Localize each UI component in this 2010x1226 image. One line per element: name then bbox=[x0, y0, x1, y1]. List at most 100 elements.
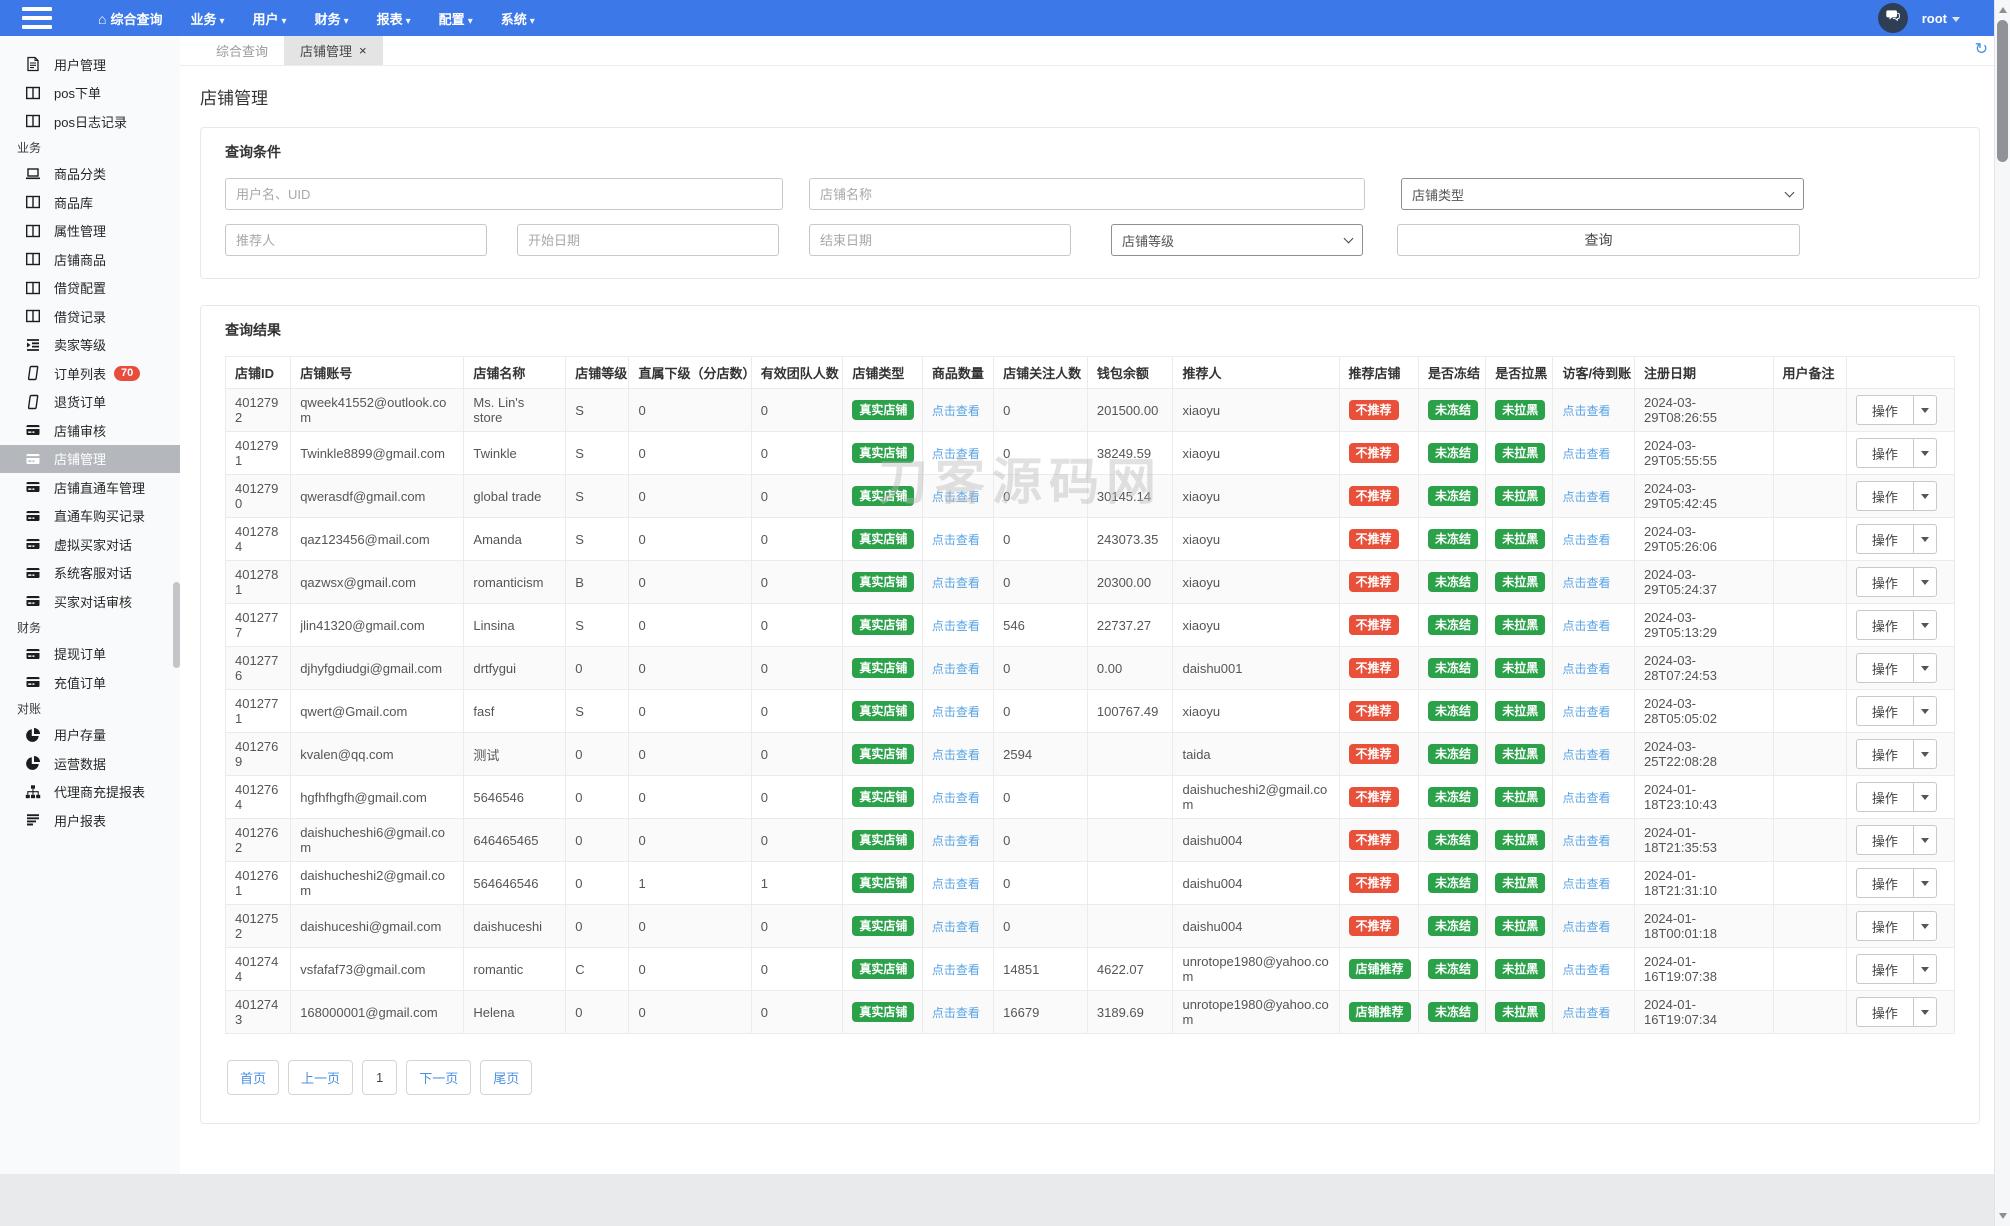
action-dropdown-button[interactable] bbox=[1912, 481, 1937, 511]
action-button[interactable]: 操作 bbox=[1855, 696, 1913, 726]
view-link[interactable]: 点击查看 bbox=[1562, 791, 1610, 805]
shop-type-select[interactable]: 店铺类型 bbox=[1401, 178, 1804, 210]
sidebar-item-用户报表[interactable]: 用户报表 bbox=[0, 806, 180, 835]
nav-item-2[interactable]: 业务 ▾ bbox=[190, 9, 224, 28]
action-dropdown-button[interactable] bbox=[1912, 653, 1937, 683]
action-dropdown-button[interactable] bbox=[1912, 997, 1937, 1027]
sidebar-item-店铺商品[interactable]: 店铺商品 bbox=[0, 245, 180, 274]
action-dropdown-button[interactable] bbox=[1912, 524, 1937, 554]
sidebar-item-用户管理[interactable]: 用户管理 bbox=[0, 50, 180, 79]
pagination-button-1[interactable]: 1 bbox=[362, 1060, 398, 1095]
sidebar-item-借贷配置[interactable]: 借贷配置 bbox=[0, 274, 180, 303]
action-dropdown-button[interactable] bbox=[1912, 567, 1937, 597]
action-button[interactable]: 操作 bbox=[1855, 868, 1913, 898]
sidebar-scrollbar-thumb[interactable] bbox=[173, 582, 180, 668]
view-link[interactable]: 点击查看 bbox=[932, 834, 980, 848]
view-link[interactable]: 点击查看 bbox=[1562, 748, 1610, 762]
action-button[interactable]: 操作 bbox=[1855, 653, 1913, 683]
sidebar-item-充值订单[interactable]: 充值订单 bbox=[0, 668, 180, 697]
action-button[interactable]: 操作 bbox=[1855, 567, 1913, 597]
view-link[interactable]: 点击查看 bbox=[932, 662, 980, 676]
scrollbar-thumb[interactable] bbox=[1997, 20, 2008, 162]
sidebar-item-虚拟买家对话[interactable]: 虚拟买家对话 bbox=[0, 530, 180, 559]
action-dropdown-button[interactable] bbox=[1912, 438, 1937, 468]
action-button[interactable]: 操作 bbox=[1855, 825, 1913, 855]
action-dropdown-button[interactable] bbox=[1912, 782, 1937, 812]
view-link[interactable]: 点击查看 bbox=[1562, 533, 1610, 547]
view-link[interactable]: 点击查看 bbox=[1562, 705, 1610, 719]
sidebar-item-卖家等级[interactable]: 卖家等级 bbox=[0, 331, 180, 360]
username-uid-input[interactable] bbox=[225, 178, 783, 210]
action-dropdown-button[interactable] bbox=[1912, 395, 1937, 425]
sidebar-item-店铺直通车管理[interactable]: 店铺直通车管理 bbox=[0, 473, 180, 502]
sidebar-item-借贷记录[interactable]: 借贷记录 bbox=[0, 302, 180, 331]
sidebar-item-店铺审核[interactable]: 店铺审核 bbox=[0, 416, 180, 445]
nav-item-1[interactable]: ⌂ 综合查询 bbox=[98, 9, 162, 28]
action-button[interactable]: 操作 bbox=[1855, 739, 1913, 769]
nav-item-4[interactable]: 财务 ▾ bbox=[315, 9, 349, 28]
action-dropdown-button[interactable] bbox=[1912, 696, 1937, 726]
view-link[interactable]: 点击查看 bbox=[932, 619, 980, 633]
end-date-input[interactable] bbox=[809, 224, 1071, 256]
view-link[interactable]: 点击查看 bbox=[1562, 834, 1610, 848]
start-date-input[interactable] bbox=[517, 224, 779, 256]
sidebar-item-买家对话审核[interactable]: 买家对话审核 bbox=[0, 587, 180, 616]
sidebar-item-pos日志记录[interactable]: pos日志记录 bbox=[0, 107, 180, 136]
action-button[interactable]: 操作 bbox=[1855, 610, 1913, 640]
user-menu[interactable]: root bbox=[1922, 11, 1960, 26]
sidebar-item-pos下单[interactable]: pos下单 bbox=[0, 79, 180, 108]
pagination-button-尾页[interactable]: 尾页 bbox=[480, 1060, 533, 1095]
sidebar-item-商品库[interactable]: 商品库 bbox=[0, 188, 180, 217]
view-link[interactable]: 点击查看 bbox=[932, 1006, 980, 1020]
nav-item-7[interactable]: 系统 ▾ bbox=[501, 9, 535, 28]
action-button[interactable]: 操作 bbox=[1855, 911, 1913, 941]
view-link[interactable]: 点击查看 bbox=[1562, 490, 1610, 504]
action-button[interactable]: 操作 bbox=[1855, 782, 1913, 812]
tab-店铺管理[interactable]: 店铺管理 × bbox=[284, 36, 383, 65]
sidebar-item-用户存量[interactable]: 用户存量 bbox=[0, 721, 180, 750]
sidebar-item-店铺管理[interactable]: 店铺管理 bbox=[0, 444, 180, 473]
action-dropdown-button[interactable] bbox=[1912, 739, 1937, 769]
view-link[interactable]: 点击查看 bbox=[932, 490, 980, 504]
action-button[interactable]: 操作 bbox=[1855, 438, 1913, 468]
scroll-down-arrow-icon[interactable] bbox=[1995, 1208, 2010, 1224]
query-button[interactable]: 查询 bbox=[1397, 224, 1800, 256]
shop-name-input[interactable] bbox=[809, 178, 1365, 210]
sidebar-item-直通车购买记录[interactable]: 直通车购买记录 bbox=[0, 502, 180, 531]
scroll-up-arrow-icon[interactable] bbox=[1995, 2, 2010, 18]
referrer-input[interactable] bbox=[225, 224, 487, 256]
action-button[interactable]: 操作 bbox=[1855, 997, 1913, 1027]
sidebar-item-代理商充提报表[interactable]: 代理商充提报表 bbox=[0, 778, 180, 807]
chat-button[interactable] bbox=[1877, 3, 1908, 33]
action-button[interactable]: 操作 bbox=[1855, 481, 1913, 511]
view-link[interactable]: 点击查看 bbox=[932, 791, 980, 805]
view-link[interactable]: 点击查看 bbox=[932, 404, 980, 418]
hamburger-menu-icon[interactable] bbox=[22, 7, 52, 29]
view-link[interactable]: 点击查看 bbox=[932, 533, 980, 547]
sidebar-item-运营数据[interactable]: 运营数据 bbox=[0, 749, 180, 778]
pagination-button-首页[interactable]: 首页 bbox=[227, 1060, 280, 1095]
view-link[interactable]: 点击查看 bbox=[1562, 877, 1610, 891]
view-link[interactable]: 点击查看 bbox=[1562, 662, 1610, 676]
window-scrollbar[interactable] bbox=[1994, 0, 2010, 1226]
view-link[interactable]: 点击查看 bbox=[1562, 619, 1610, 633]
action-dropdown-button[interactable] bbox=[1912, 610, 1937, 640]
pagination-button-上一页[interactable]: 上一页 bbox=[288, 1060, 354, 1095]
action-button[interactable]: 操作 bbox=[1855, 954, 1913, 984]
nav-item-5[interactable]: 报表 ▾ bbox=[377, 9, 411, 28]
action-dropdown-button[interactable] bbox=[1912, 868, 1937, 898]
action-button[interactable]: 操作 bbox=[1855, 524, 1913, 554]
nav-item-3[interactable]: 用户 ▾ bbox=[253, 9, 287, 28]
view-link[interactable]: 点击查看 bbox=[932, 877, 980, 891]
refresh-icon[interactable]: ↻ bbox=[1975, 40, 1988, 61]
action-dropdown-button[interactable] bbox=[1912, 954, 1937, 984]
nav-item-6[interactable]: 配置 ▾ bbox=[439, 9, 473, 28]
view-link[interactable]: 点击查看 bbox=[1562, 920, 1610, 934]
view-link[interactable]: 点击查看 bbox=[932, 748, 980, 762]
pagination-button-下一页[interactable]: 下一页 bbox=[406, 1060, 472, 1095]
view-link[interactable]: 点击查看 bbox=[1562, 404, 1610, 418]
view-link[interactable]: 点击查看 bbox=[1562, 1006, 1610, 1020]
view-link[interactable]: 点击查看 bbox=[1562, 576, 1610, 590]
close-icon[interactable]: × bbox=[359, 43, 367, 58]
sidebar-item-提现订单[interactable]: 提现订单 bbox=[0, 640, 180, 669]
